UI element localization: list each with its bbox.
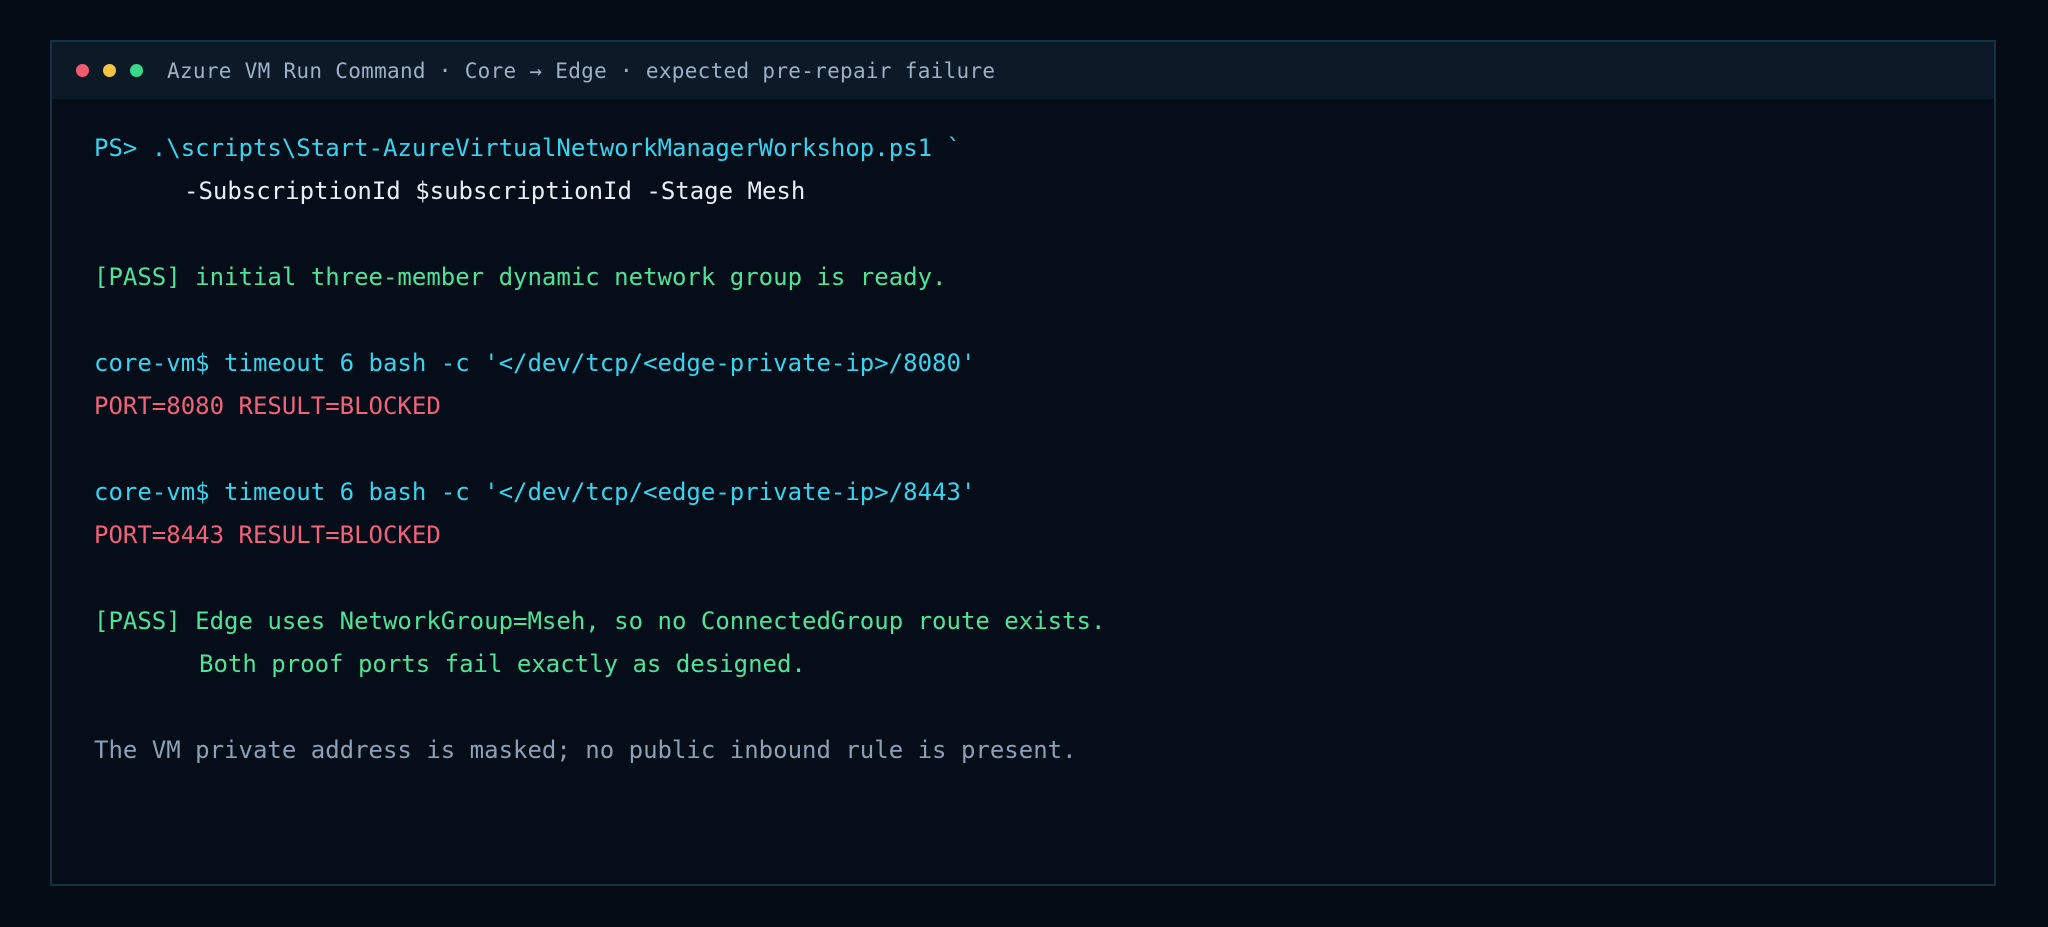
probe-result-8080: PORT=8080 RESULT=BLOCKED	[94, 392, 441, 420]
terminal-output[interactable]: PS> .\scripts\Start-AzureVirtualNetworkM…	[94, 127, 1974, 772]
probe-command-8443: core-vm$ timeout 6 bash -c '</dev/tcp/<e…	[94, 478, 976, 506]
close-window-icon[interactable]	[76, 64, 89, 77]
pass-message-initial: [PASS] initial three-member dynamic netw…	[94, 263, 947, 291]
footer-note: The VM private address is masked; no pub…	[94, 736, 1077, 764]
window-titlebar: Azure VM Run Command · Core → Edge · exp…	[52, 42, 1994, 99]
minimize-window-icon[interactable]	[103, 64, 116, 77]
probe-result-8443: PORT=8443 RESULT=BLOCKED	[94, 521, 441, 549]
maximize-window-icon[interactable]	[130, 64, 143, 77]
pass-message-final: [PASS] Edge uses NetworkGroup=Mseh, so n…	[94, 607, 1106, 635]
pass-message-final-continued: Both proof ports fail exactly as designe…	[199, 650, 806, 678]
probe-command-8080: core-vm$ timeout 6 bash -c '</dev/tcp/<e…	[94, 349, 976, 377]
powershell-command-line: PS> .\scripts\Start-AzureVirtualNetworkM…	[94, 134, 961, 162]
window-title: Azure VM Run Command · Core → Edge · exp…	[167, 58, 996, 83]
terminal-window: Azure VM Run Command · Core → Edge · exp…	[50, 40, 1996, 886]
powershell-arguments-line: -SubscriptionId $subscriptionId -Stage M…	[184, 177, 806, 205]
